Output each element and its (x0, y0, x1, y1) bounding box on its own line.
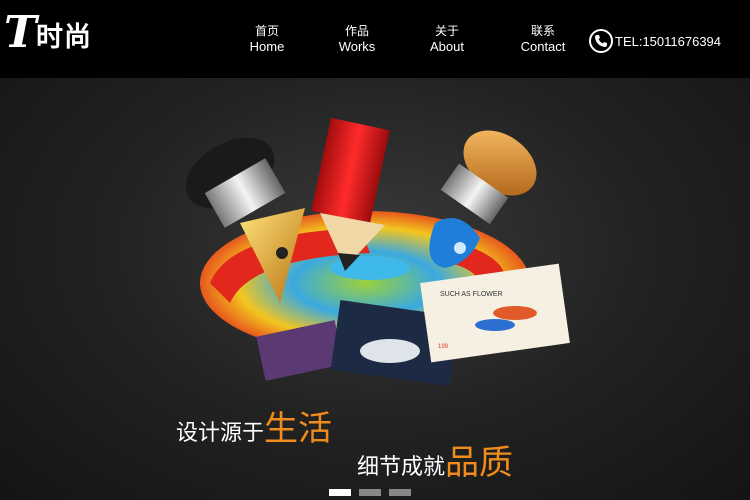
nav-label-en: Works (338, 39, 376, 54)
logo-text: 时尚 (36, 22, 92, 53)
nav-label-en: Home (249, 39, 285, 54)
nav-label-cn: 关于 (434, 24, 459, 38)
banner-illustration: SUCH AS FLOWER 199 (185, 117, 570, 387)
slogan-1-white: 设计源于 (176, 421, 265, 446)
nav-item-about[interactable]: 关于 About (412, 24, 482, 55)
card-price: 199 (438, 344, 449, 350)
nav-label-en: Contact (520, 39, 566, 54)
slogan-2-orange: 品质 (445, 443, 514, 483)
slogan-line-1: 设计源于生活 (176, 401, 332, 450)
phone-icon (589, 29, 613, 53)
nav-label-cn: 首页 (254, 24, 279, 38)
logo[interactable]: T 时尚 (4, 8, 104, 62)
slide-dot-2[interactable] (359, 489, 381, 496)
slide-dot-1[interactable] (329, 489, 351, 496)
slogan-1-orange: 生活 (264, 409, 333, 449)
slogan-line-2: 细节成就品质 (357, 435, 513, 484)
nav-label-cn: 联系 (530, 24, 555, 38)
slogan-2-white: 细节成就 (357, 455, 446, 480)
nav-item-home[interactable]: 首页 Home (232, 24, 302, 55)
nav-label-cn: 作品 (344, 24, 369, 38)
slide-dot-3[interactable] (389, 489, 411, 496)
card-title: SUCH AS FLOWER (440, 291, 503, 298)
phone-number: TEL:15011676394 (615, 34, 722, 49)
logo-letter: T (4, 7, 37, 58)
nav-item-contact[interactable]: 联系 Contact (508, 24, 578, 55)
site-header: T 时尚 首页 Home 作品 Works 关于 About 联系 Contac… (0, 0, 750, 78)
nav-label-en: About (430, 39, 464, 54)
nav-item-works[interactable]: 作品 Works (322, 24, 392, 55)
hero-banner: SUCH AS FLOWER 199 设计源于生活 细节成就品质 (0, 78, 750, 500)
